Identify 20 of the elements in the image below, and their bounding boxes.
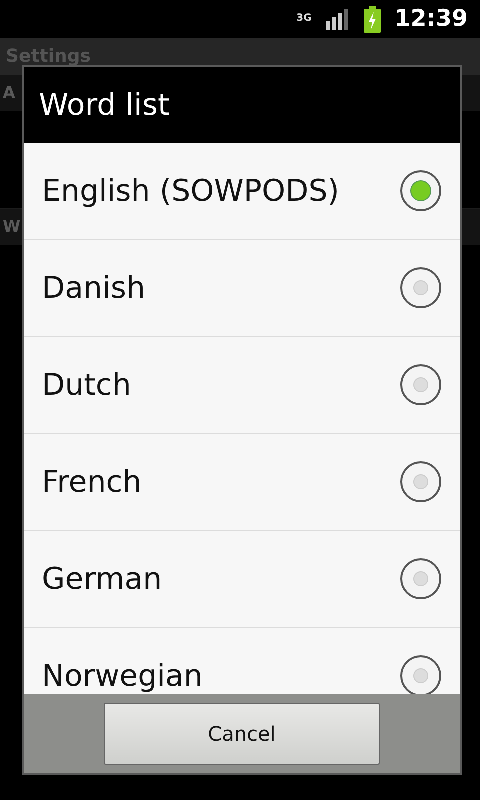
radio-button[interactable] [400,461,442,503]
battery-charging-icon [364,6,381,32]
section-header: A [3,82,16,104]
section-header: W [3,216,21,238]
cancel-button[interactable]: Cancel [104,702,380,764]
radio-button[interactable] [400,364,442,406]
radio-button[interactable] [400,558,442,600]
clock: 12:39 [394,4,468,34]
option-label[interactable]: English (SOWPODS) [42,168,340,214]
radio-button[interactable] [400,267,442,309]
option-label[interactable]: French [42,460,142,504]
option-label[interactable]: German [42,556,162,602]
dialog-title: Word list [39,86,170,124]
option-label[interactable]: Danish [42,266,146,310]
radio-button[interactable] [400,655,442,694]
network-indicator: 3G [296,14,312,24]
option-label[interactable]: Dutch [42,362,132,408]
radio-button[interactable] [400,170,442,212]
signal-icon [326,8,350,30]
option-label[interactable]: Norwegian [42,654,203,694]
